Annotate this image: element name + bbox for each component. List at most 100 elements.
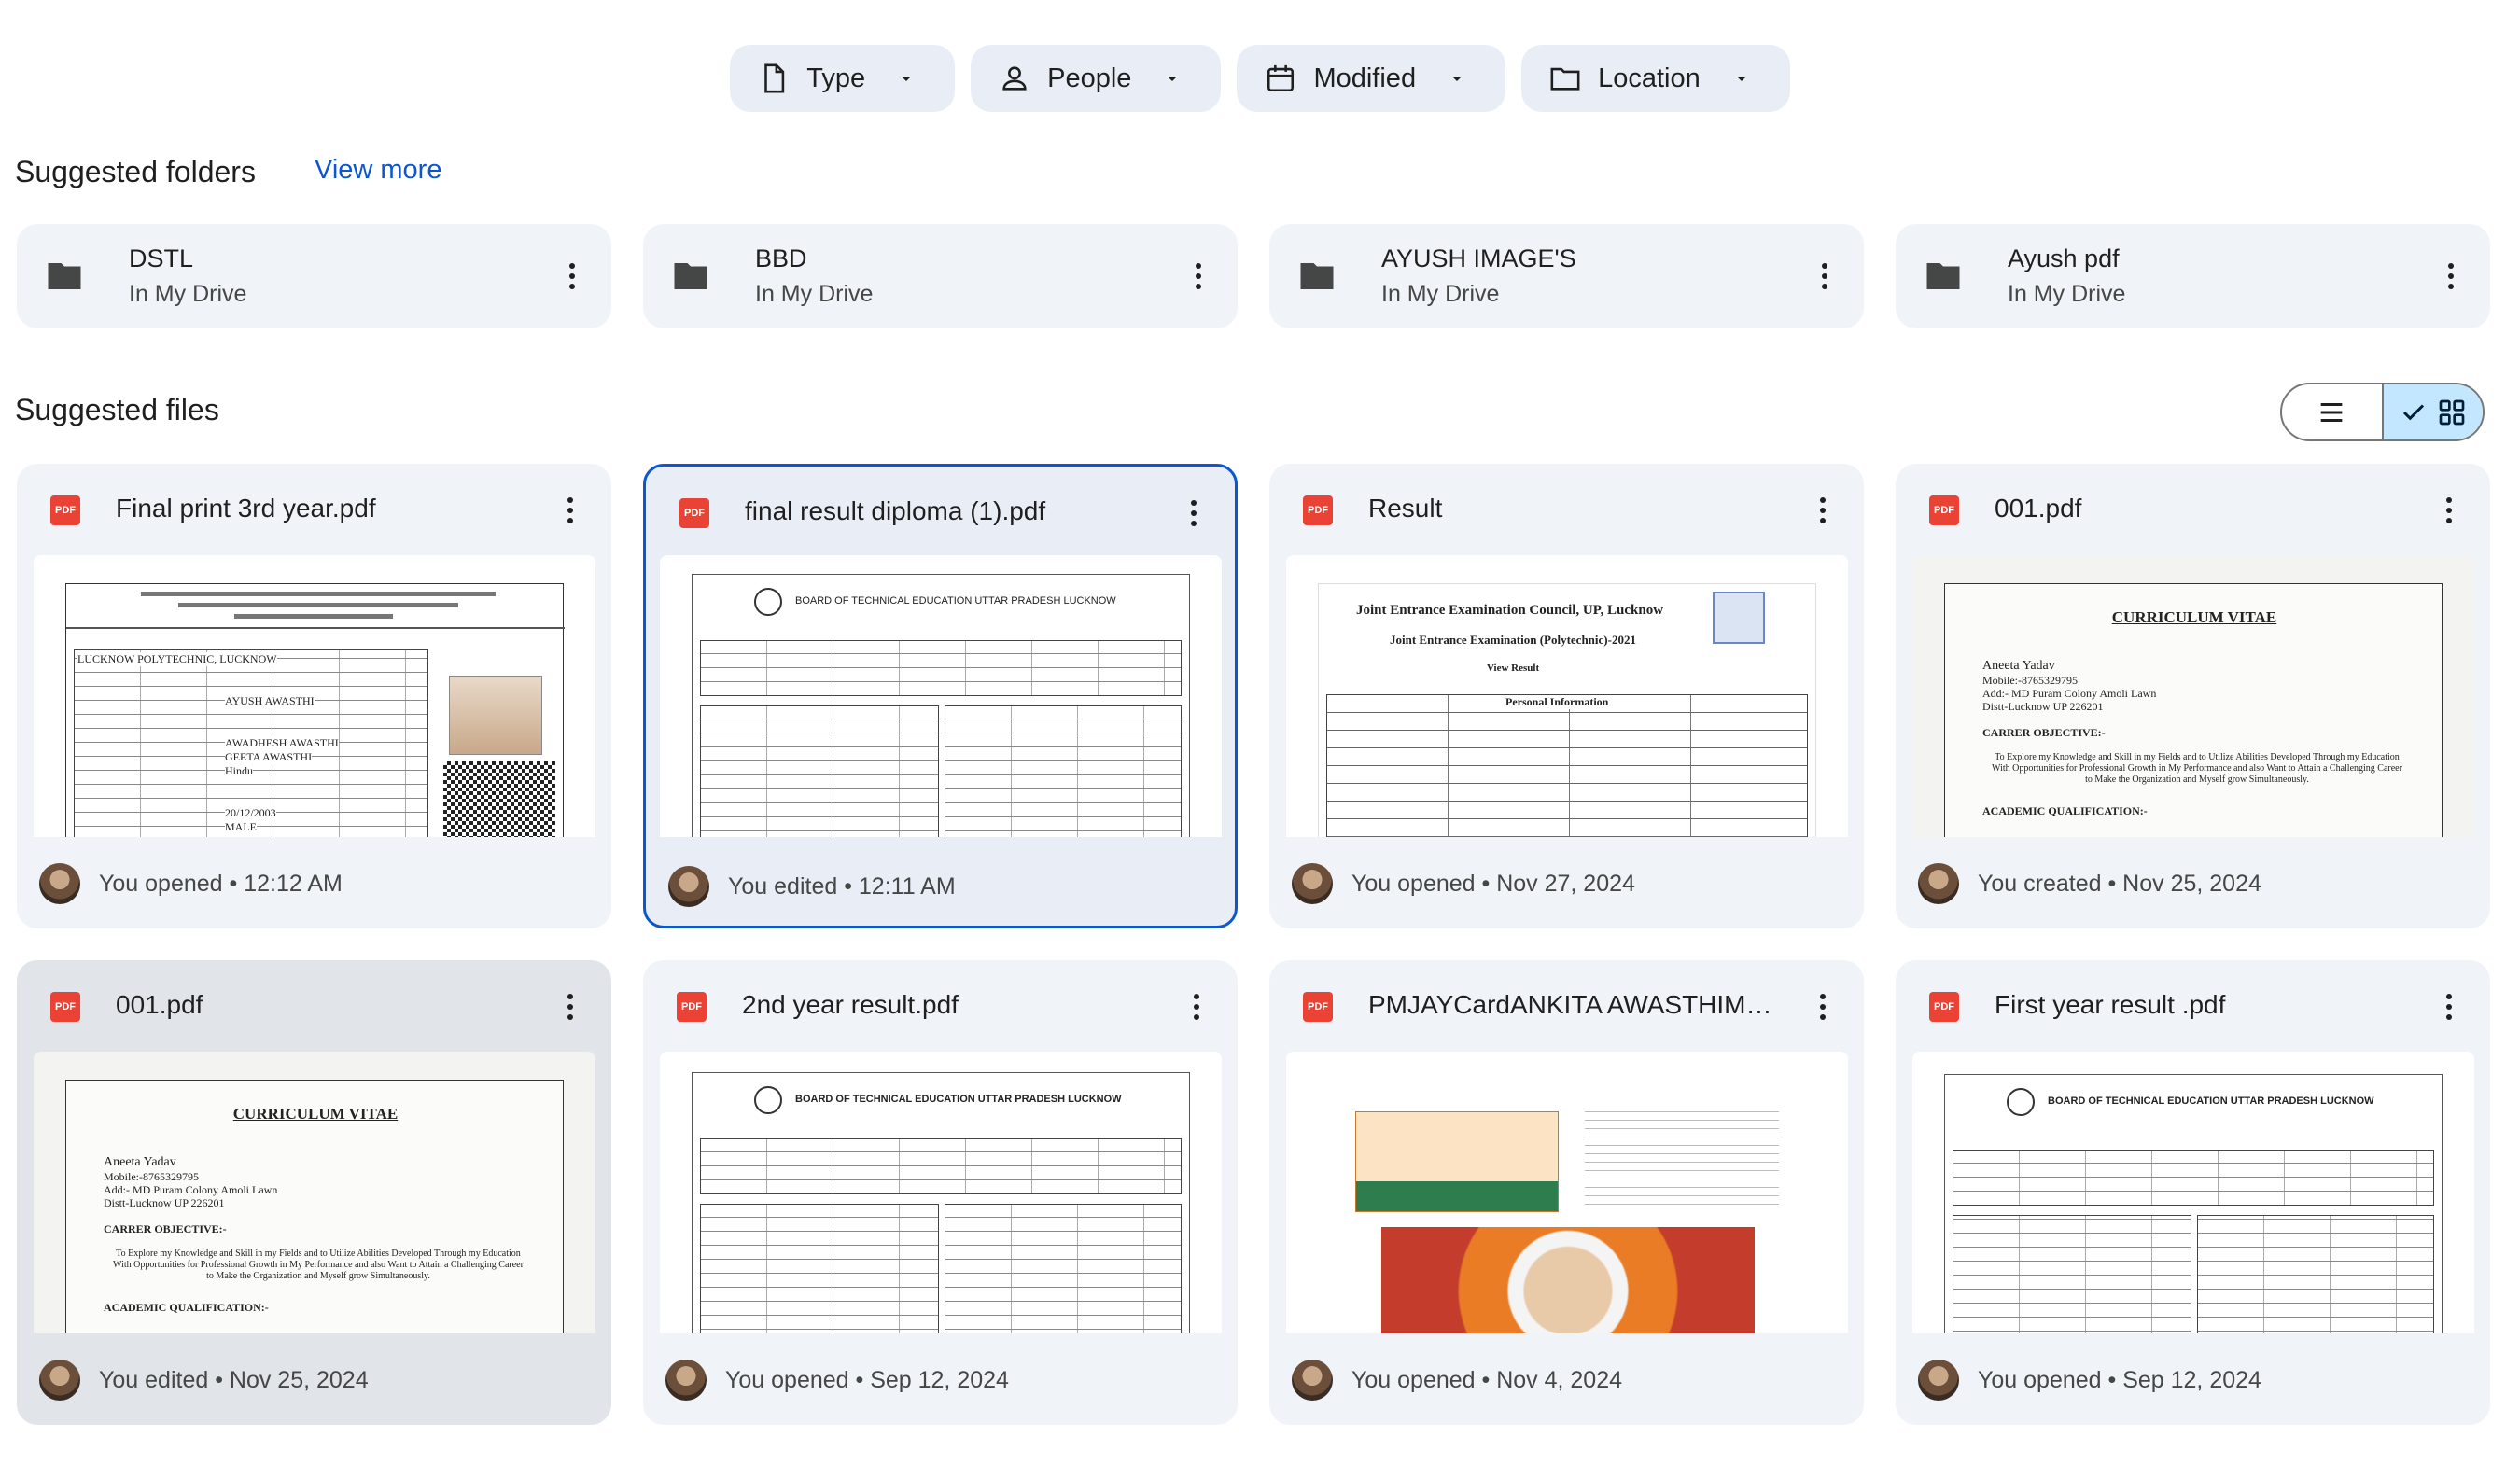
cv-academic: ACADEMIC QUALIFICATION:- — [104, 1301, 269, 1314]
file-icon — [764, 63, 785, 93]
more-options-icon[interactable] — [1804, 988, 1841, 1026]
file-card[interactable]: PDF Result Joint Entrance Examination Co… — [1269, 464, 1864, 928]
pdf-icon: PDF — [679, 498, 709, 528]
cv-name: Aneeta Yadav — [1982, 659, 2055, 673]
file-thumbnail: BOARD OF TECHNICAL EDUCATION UTTAR PRADE… — [660, 1052, 1222, 1333]
modified-filter-label: Modified — [1313, 63, 1417, 93]
jee-view: View Result — [1487, 663, 1540, 674]
list-view-button[interactable] — [2282, 384, 2384, 440]
file-thumbnail: LUCKNOW POLYTECHNIC, LUCKNOW AYUSH AWAST… — [34, 555, 595, 837]
pdf-icon: PDF — [1303, 495, 1333, 525]
folder-icon — [48, 263, 81, 289]
file-name: Final print 3rd year.pdf — [116, 494, 376, 523]
folder-location: In My Drive — [2008, 281, 2126, 307]
file-name: 2nd year result.pdf — [742, 990, 959, 1019]
avatar — [1292, 863, 1333, 904]
file-activity: You opened • 12:12 AM — [99, 870, 343, 897]
grid-view-button[interactable] — [2383, 384, 2483, 440]
form-college: LUCKNOW POLYTECHNIC, LUCKNOW — [77, 652, 277, 666]
cv-mobile: Mobile:-8765329795 — [1982, 674, 2078, 687]
file-name: 001.pdf — [1995, 494, 2082, 523]
file-card[interactable]: PDF PMJAYCardANKITA AWASTHIM64E1I... You… — [1269, 960, 1864, 1425]
folder-location: In My Drive — [755, 281, 874, 307]
file-activity: You opened • Nov 27, 2024 — [1351, 870, 1635, 897]
folder-name: DSTL — [129, 244, 194, 272]
cv-body: To Explore my Knowledge and Skill in my … — [113, 1249, 524, 1281]
cv-address-1: Add:- MD Puram Colony Amoli Lawn — [1982, 687, 2157, 700]
modified-filter-chip[interactable]: Modified — [1237, 45, 1506, 112]
cv-address-1: Add:- MD Puram Colony Amoli Lawn — [104, 1183, 278, 1196]
chevron-down-icon — [902, 77, 912, 81]
cv-objective: CARRER OBJECTIVE:- — [104, 1222, 227, 1235]
board-header: BOARD OF TECHNICAL EDUCATION UTTAR PRADE… — [795, 1094, 1122, 1105]
board-header: BOARD OF TECHNICAL EDUCATION UTTAR PRADE… — [2048, 1095, 2374, 1107]
file-name: 001.pdf — [116, 990, 203, 1019]
more-options-icon[interactable] — [552, 988, 589, 1026]
pdf-icon: PDF — [677, 992, 707, 1022]
suggested-files-grid: PDF Final print 3rd year.pdf LUCKNOW POL… — [17, 464, 2490, 1425]
more-options-icon[interactable] — [1806, 258, 1843, 295]
location-filter-chip[interactable]: Location — [1521, 45, 1790, 112]
form-name: AYUSH AWASTHI — [225, 694, 315, 708]
more-options-icon[interactable] — [2432, 258, 2470, 295]
cv-address-2: Distt-Lucknow UP 226201 — [104, 1196, 225, 1209]
view-toggle — [2280, 383, 2485, 441]
more-options-icon[interactable] — [552, 492, 589, 529]
type-filter-label: Type — [806, 63, 866, 93]
file-name: Result — [1368, 494, 1443, 523]
folder-card[interactable]: AYUSH IMAGE'S In My Drive — [1269, 224, 1864, 328]
chevron-down-icon — [1168, 77, 1178, 81]
folder-icon — [674, 263, 707, 289]
folder-name: AYUSH IMAGE'S — [1381, 244, 1576, 272]
council-logo — [1713, 592, 1765, 644]
cv-mobile: Mobile:-8765329795 — [104, 1170, 199, 1183]
form-dob: 20/12/2003 — [225, 806, 276, 820]
folder-card[interactable]: BBD In My Drive — [643, 224, 1238, 328]
checkmark-icon — [2402, 403, 2424, 420]
more-options-icon[interactable] — [1180, 258, 1217, 295]
folder-card[interactable]: Ayush pdf In My Drive — [1896, 224, 2490, 328]
more-options-icon[interactable] — [553, 258, 591, 295]
more-options-icon[interactable] — [2430, 988, 2468, 1026]
cv-academic: ACADEMIC QUALIFICATION:- — [1982, 804, 2148, 817]
location-filter-label: Location — [1598, 63, 1701, 93]
file-card[interactable]: PDF final result diploma (1).pdf BOARD O… — [643, 464, 1238, 928]
file-thumbnail: BOARD OF TECHNICAL EDUCATION UTTAR PRADE… — [1912, 1052, 2474, 1333]
people-filter-chip[interactable]: People — [971, 45, 1222, 112]
grid-view-icon — [2439, 399, 2465, 425]
cv-body: To Explore my Knowledge and Skill in my … — [1992, 752, 2402, 785]
folder-location: In My Drive — [129, 281, 247, 307]
file-card[interactable]: PDF 001.pdf CURRICULUM VITAE Aneeta Yada… — [1896, 464, 2490, 928]
portrait-banner-image — [1381, 1227, 1755, 1333]
more-options-icon[interactable] — [2430, 492, 2468, 529]
health-card-image — [1355, 1111, 1559, 1212]
chevron-down-icon — [1736, 77, 1746, 81]
more-options-icon[interactable] — [1804, 492, 1841, 529]
suggested-folders-list: DSTL In My Drive BBD In My Drive AYUSH I… — [17, 224, 2490, 328]
file-card[interactable]: PDF 2nd year result.pdf BOARD OF TECHNIC… — [643, 960, 1238, 1425]
emblem-icon — [754, 1086, 782, 1114]
avatar — [39, 863, 80, 904]
form-father: AWADHESH AWASTHI — [225, 736, 339, 750]
file-card[interactable]: PDF Final print 3rd year.pdf LUCKNOW POL… — [17, 464, 611, 928]
board-header: BOARD OF TECHNICAL EDUCATION UTTAR PRADE… — [795, 595, 1116, 607]
file-activity: You created • Nov 25, 2024 — [1978, 870, 2261, 897]
cv-objective: CARRER OBJECTIVE:- — [1982, 726, 2106, 739]
view-more-link[interactable]: View more — [315, 155, 441, 186]
form-mother: GEETA AWASTHI — [225, 750, 313, 764]
suggested-folders-title: Suggested folders — [15, 155, 256, 188]
type-filter-chip[interactable]: Type — [730, 45, 956, 112]
file-card[interactable]: PDF First year result .pdf BOARD OF TECH… — [1896, 960, 2490, 1425]
cv-name: Aneeta Yadav — [104, 1155, 176, 1169]
file-activity: You opened • Nov 4, 2024 — [1351, 1366, 1623, 1393]
pdf-icon: PDF — [1303, 992, 1333, 1022]
file-card[interactable]: PDF 001.pdf CURRICULUM VITAE Aneeta Yada… — [17, 960, 611, 1425]
more-options-icon[interactable] — [1178, 988, 1215, 1026]
folder-card[interactable]: DSTL In My Drive — [17, 224, 611, 328]
pdf-icon: PDF — [50, 495, 80, 525]
people-filter-label: People — [1047, 63, 1132, 93]
file-name: PMJAYCardANKITA AWASTHIM64E1I... — [1368, 990, 1779, 1019]
person-icon — [1002, 66, 1027, 91]
photo-image — [449, 676, 542, 755]
more-options-icon[interactable] — [1175, 495, 1212, 532]
